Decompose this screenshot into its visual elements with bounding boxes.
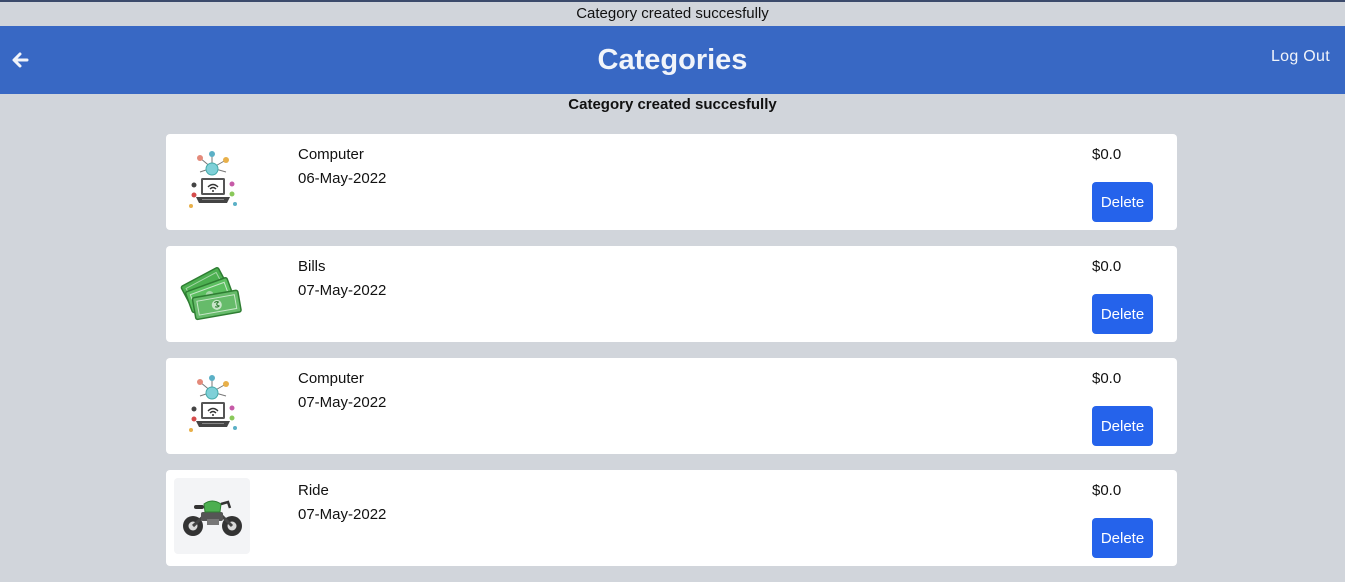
- delete-button[interactable]: Delete: [1092, 518, 1153, 558]
- category-amount: $0.0: [1092, 482, 1122, 499]
- arrow-left-icon: [12, 52, 29, 68]
- category-name: Ride: [298, 482, 329, 499]
- navbar: Categories Log Out: [0, 26, 1345, 94]
- flash-message: Category created succesfully: [568, 96, 777, 113]
- delete-button[interactable]: Delete: [1092, 406, 1153, 446]
- category-card: Computer 06-May-2022 $0.0 Delete: [166, 134, 1177, 230]
- toast-message: Category created succesfully: [576, 5, 769, 22]
- category-card: Computer 07-May-2022 $0.0 Delete: [166, 358, 1177, 454]
- category-amount: $0.0: [1092, 258, 1122, 275]
- category-name: Bills: [298, 258, 326, 275]
- category-date: 07-May-2022: [298, 506, 387, 523]
- category-date: 06-May-2022: [298, 170, 387, 187]
- category-list: Computer 06-May-2022 $0.0 Delete Bills 0…: [166, 134, 1177, 582]
- category-name: Computer: [298, 370, 364, 387]
- computer-network-icon: [174, 366, 250, 442]
- category-name: Computer: [298, 146, 364, 163]
- delete-button[interactable]: Delete: [1092, 182, 1153, 222]
- delete-button[interactable]: Delete: [1092, 294, 1153, 334]
- category-amount: $0.0: [1092, 370, 1122, 387]
- category-card: Ride 07-May-2022 $0.0 Delete: [166, 470, 1177, 566]
- category-date: 07-May-2022: [298, 282, 387, 299]
- back-button[interactable]: [8, 48, 32, 72]
- category-date: 07-May-2022: [298, 394, 387, 411]
- category-card: Bills 07-May-2022 $0.0 Delete: [166, 246, 1177, 342]
- computer-network-icon: [174, 142, 250, 218]
- page-title: Categories: [597, 44, 748, 76]
- money-bills-icon: [174, 254, 250, 330]
- logout-link[interactable]: Log Out: [1271, 48, 1330, 66]
- motorcycle-icon: [174, 478, 250, 554]
- category-amount: $0.0: [1092, 146, 1122, 163]
